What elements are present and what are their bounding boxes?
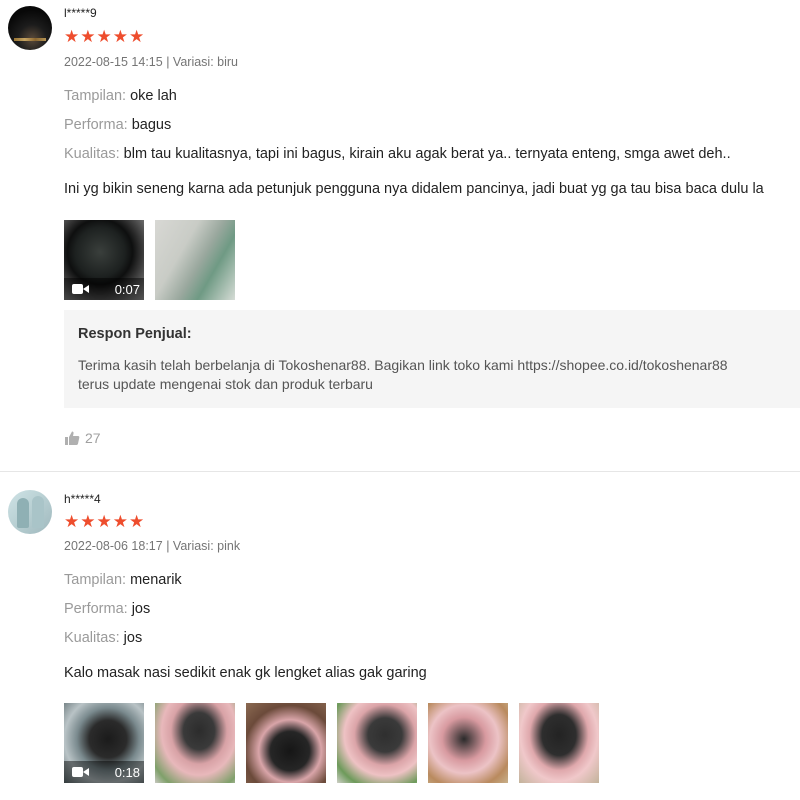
star-icon: ★ (64, 27, 80, 46)
photo-thumbnail[interactable] (519, 703, 599, 783)
seller-response-line: Terima kasih telah berbelanja di Tokoshe… (78, 357, 728, 373)
star-icon: ★ (112, 512, 128, 531)
attr-value: menarik (130, 572, 182, 588)
seller-response-line: terus update mengenai stok dan produk te… (78, 376, 373, 392)
video-thumbnail[interactable]: 0:18 (64, 703, 144, 783)
seller-response-text: Terima kasih telah berbelanja di Tokoshe… (78, 356, 786, 394)
photo-thumbnail[interactable] (428, 703, 508, 783)
photo-thumbnail[interactable] (337, 703, 417, 783)
star-icon: ★ (64, 512, 80, 531)
video-duration-bar: 0:07 (64, 278, 144, 300)
attr-kualitas: Kualitas: jos (64, 630, 142, 646)
username[interactable]: l*****9 (64, 6, 97, 20)
review-item: h*****4 ★ ★ ★ ★ ★ 2022-08-06 18:17 | Var… (0, 473, 800, 800)
photo-thumbnail[interactable] (155, 220, 235, 300)
rating-stars: ★ ★ ★ ★ ★ (64, 512, 144, 532)
attr-key: Performa: (64, 601, 128, 617)
attr-key: Kualitas: (64, 630, 120, 646)
video-camera-icon (72, 766, 89, 778)
rating-stars: ★ ★ ★ ★ ★ (64, 27, 144, 47)
media-gallery: 0:07 (64, 220, 235, 300)
attr-performa: Performa: jos (64, 601, 150, 617)
review-variation: Variasi: biru (172, 55, 238, 69)
video-duration-bar: 0:18 (64, 761, 144, 783)
attr-value: blm tau kualitasnya, tapi ini bagus, kir… (123, 146, 731, 162)
review-comment: Kalo masak nasi sedikit enak gk lengket … (64, 665, 427, 681)
attr-tampilan: Tampilan: menarik (64, 572, 182, 588)
review-comment: Ini yg bikin seneng karna ada petunjuk p… (64, 181, 764, 197)
review-date: 2022-08-15 14:15 (64, 55, 163, 69)
photo-thumbnail[interactable] (155, 703, 235, 783)
attr-tampilan: Tampilan: oke lah (64, 88, 177, 104)
attr-key: Kualitas: (64, 146, 120, 162)
like-button[interactable]: 27 (64, 430, 101, 446)
star-icon: ★ (96, 27, 112, 46)
attr-value: jos (131, 601, 151, 617)
video-thumbnail[interactable]: 0:07 (64, 220, 144, 300)
star-icon: ★ (80, 512, 96, 531)
review-item: l*****9 ★ ★ ★ ★ ★ 2022-08-15 14:15 | Var… (0, 0, 800, 472)
attr-value: oke lah (130, 88, 177, 104)
star-icon: ★ (80, 27, 96, 46)
video-duration: 0:18 (114, 764, 140, 780)
attr-performa: Performa: bagus (64, 117, 171, 133)
attr-value: bagus (131, 117, 172, 133)
star-icon: ★ (112, 27, 128, 46)
username[interactable]: h*****4 (64, 492, 101, 506)
meta-separator: | (166, 539, 170, 553)
attr-key: Tampilan: (64, 88, 127, 104)
attr-value: jos (123, 630, 143, 646)
photo-thumbnail[interactable] (246, 703, 326, 783)
media-gallery: 0:18 (64, 703, 599, 783)
seller-response: Respon Penjual: Terima kasih telah berbe… (64, 310, 800, 408)
star-icon: ★ (129, 512, 145, 531)
attr-key: Performa: (64, 117, 128, 133)
meta-separator: | (166, 55, 170, 69)
thumbs-up-icon (65, 431, 80, 445)
review-date: 2022-08-06 18:17 (64, 539, 163, 553)
review-meta: 2022-08-06 18:17 | Variasi: pink (64, 539, 240, 553)
star-icon: ★ (96, 512, 112, 531)
like-count: 27 (85, 430, 101, 446)
seller-response-title: Respon Penjual: (78, 326, 192, 342)
video-duration: 0:07 (114, 281, 140, 297)
attr-kualitas: Kualitas: blm tau kualitasnya, tapi ini … (64, 146, 731, 162)
video-camera-icon (72, 283, 89, 295)
avatar[interactable] (8, 6, 52, 50)
attr-key: Tampilan: (64, 572, 127, 588)
review-variation: Variasi: pink (172, 539, 241, 553)
star-icon: ★ (129, 27, 145, 46)
avatar[interactable] (8, 490, 52, 534)
review-meta: 2022-08-15 14:15 | Variasi: biru (64, 55, 238, 69)
